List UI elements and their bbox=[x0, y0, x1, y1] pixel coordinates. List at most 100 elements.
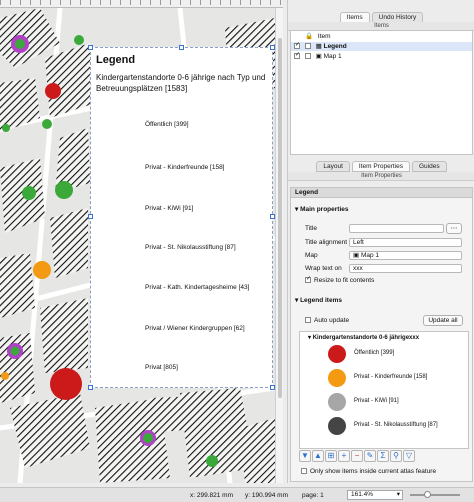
lock-checkbox[interactable] bbox=[304, 53, 311, 60]
title-label: Title bbox=[305, 225, 318, 232]
canvas-vertical-scrollbar[interactable] bbox=[275, 8, 283, 483]
ruler-tick bbox=[140, 0, 141, 5]
legend-label: Öffentlich [399] bbox=[145, 121, 189, 128]
legend-entry-label: Öffentlich [399] bbox=[354, 350, 395, 356]
ruler-tick bbox=[110, 0, 111, 5]
remove-item-icon[interactable]: − bbox=[351, 450, 363, 462]
auto-update-row[interactable]: Auto update bbox=[305, 317, 349, 324]
items-header: 🔒 Item bbox=[291, 32, 472, 41]
title-alignment-label: Title alignment bbox=[305, 239, 348, 246]
legend-label: Privat - Kinderfreunde [158] bbox=[145, 164, 225, 171]
ruler-tick bbox=[0, 0, 1, 5]
lock-icon: 🔒 bbox=[305, 33, 314, 40]
ruler-tick bbox=[30, 0, 31, 5]
map-label: Map bbox=[305, 252, 318, 259]
zoom-slider-handle[interactable] bbox=[424, 491, 431, 498]
circle-symbol-icon bbox=[328, 369, 346, 387]
resize-handle[interactable] bbox=[270, 45, 275, 50]
page-indicator: page: 1 bbox=[302, 492, 324, 499]
ruler-tick bbox=[150, 0, 151, 5]
status-bar: x: 299.821 mm y: 190.994 mm page: 1 161.… bbox=[0, 487, 474, 502]
list-item[interactable]: ▣ Map 1 bbox=[291, 51, 472, 61]
layout-legend-item[interactable]: Legend Kindergartenstandorte 0-6 jährige… bbox=[88, 45, 275, 390]
ruler-tick bbox=[260, 0, 261, 5]
zoom-slider[interactable] bbox=[410, 491, 460, 498]
wrap-text-label: Wrap text on bbox=[305, 265, 342, 272]
visibility-checkbox[interactable] bbox=[294, 51, 300, 60]
ruler-tick bbox=[70, 0, 71, 5]
add-group-icon[interactable]: ⊞ bbox=[325, 450, 337, 462]
resize-checkbox-row[interactable]: Resize to fit contents bbox=[305, 275, 374, 284]
ruler-tick bbox=[280, 0, 281, 5]
tab-guides[interactable]: Guides bbox=[412, 161, 447, 172]
item-properties-title: Item Properties bbox=[288, 172, 474, 181]
resize-handle[interactable] bbox=[179, 45, 184, 50]
legend-group-row[interactable]: ▾ Kindergartenstandorte 0-6 jährigexxx bbox=[308, 334, 419, 341]
legend-entry-row[interactable]: Öffentlich [399] bbox=[300, 343, 465, 365]
main-properties-header[interactable]: ▾ Main properties bbox=[295, 205, 348, 213]
ruler-tick bbox=[20, 0, 21, 5]
resize-handle[interactable] bbox=[270, 214, 275, 219]
resize-handle[interactable] bbox=[88, 214, 93, 219]
item-properties-panel: Legend ▾ Main properties Title ⋯ Title a… bbox=[290, 187, 473, 482]
resize-checkbox[interactable] bbox=[305, 275, 311, 284]
ruler-tick bbox=[50, 0, 51, 5]
ruler-tick bbox=[270, 0, 271, 5]
count-icon[interactable]: Σ bbox=[377, 450, 389, 462]
legend-items-header[interactable]: ▾ Legend items bbox=[295, 296, 342, 304]
update-all-button[interactable]: Update all bbox=[423, 315, 463, 326]
legend-label: Privat [805] bbox=[145, 364, 178, 371]
list-item[interactable]: ▦ Legend bbox=[291, 41, 472, 51]
ruler-tick bbox=[200, 0, 201, 5]
legend-entry-label: Privat - KiWi [91] bbox=[354, 398, 399, 404]
resize-handle[interactable] bbox=[88, 385, 93, 390]
only-show-row[interactable]: Only show items inside current atlas fea… bbox=[301, 468, 436, 475]
item-column-header: Item bbox=[317, 33, 331, 40]
item-name: Map 1 bbox=[323, 53, 342, 60]
tab-item-properties[interactable]: Item Properties bbox=[351, 161, 410, 172]
map-select[interactable]: ▣ Map 1 bbox=[349, 251, 462, 260]
map-item-icon: ▣ bbox=[315, 53, 322, 60]
legend-entry-row[interactable]: Privat - Kinderfreunde [158] bbox=[300, 367, 465, 389]
move-down-icon[interactable]: ▼ bbox=[299, 450, 311, 462]
edit-item-icon[interactable]: ✎ bbox=[364, 450, 376, 462]
legend-entry-row[interactable]: Privat - KiWi [91] bbox=[300, 391, 465, 413]
legend-label: Privat / Wiener Kindergruppen [62] bbox=[145, 325, 245, 332]
legend-entry-label: Privat - Kinderfreunde [158] bbox=[354, 374, 428, 380]
lock-checkbox[interactable] bbox=[304, 43, 311, 50]
tab-layout[interactable]: Layout bbox=[316, 161, 350, 172]
y-coordinate: y: 190.994 mm bbox=[245, 492, 288, 499]
wrap-text-field[interactable]: xxx bbox=[349, 264, 462, 273]
circle-symbol-icon bbox=[328, 393, 346, 411]
title-alignment-select[interactable]: Left bbox=[349, 238, 462, 247]
layout-canvas[interactable]: Legend Kindergartenstandorte 0-6 jährige… bbox=[0, 0, 283, 483]
auto-update-checkbox[interactable] bbox=[305, 317, 311, 324]
legend-entry-row[interactable]: Privat - St. Nikolausstiftung [87] bbox=[300, 415, 465, 437]
circle-symbol-icon bbox=[328, 417, 346, 435]
resize-handle[interactable] bbox=[270, 385, 275, 390]
zoom-select[interactable]: 161.4% ▾ bbox=[347, 490, 403, 500]
ruler-tick bbox=[180, 0, 181, 5]
right-dock: Items Undo History Items 🔒 Item ▦ Legend… bbox=[287, 0, 474, 483]
ruler-tick bbox=[160, 0, 161, 5]
filter-by-map-icon[interactable]: ▽ bbox=[403, 450, 415, 462]
items-list[interactable]: 🔒 Item ▦ Legend ▣ Map 1 bbox=[290, 30, 473, 155]
expression-button[interactable]: ⋯ bbox=[446, 223, 462, 234]
legend-label: Privat - KiWi [91] bbox=[145, 205, 194, 212]
legend-heading: Legend bbox=[96, 54, 136, 66]
ruler-tick bbox=[90, 0, 91, 5]
title-field[interactable] bbox=[349, 224, 444, 233]
filter-icon[interactable]: ⚲ bbox=[390, 450, 402, 462]
add-item-icon[interactable]: + bbox=[338, 450, 350, 462]
resize-handle[interactable] bbox=[88, 45, 93, 50]
ruler-tick bbox=[10, 0, 11, 5]
ruler-tick bbox=[210, 0, 211, 5]
only-show-checkbox[interactable] bbox=[301, 468, 307, 475]
legend-items-tree[interactable]: ▾ Kindergartenstandorte 0-6 jährigexxx Ö… bbox=[299, 331, 469, 449]
legend-label: Privat - St. Nikolausstiftung [87] bbox=[145, 244, 236, 251]
visibility-checkbox[interactable] bbox=[294, 41, 300, 50]
legend-items-toolbar: ▼ ▲ ⊞ + − ✎ Σ ⚲ ▽ bbox=[299, 450, 469, 464]
middle-tabbar: Layout Item Properties Guides bbox=[288, 161, 474, 172]
ruler-tick bbox=[230, 0, 231, 5]
move-up-icon[interactable]: ▲ bbox=[312, 450, 324, 462]
